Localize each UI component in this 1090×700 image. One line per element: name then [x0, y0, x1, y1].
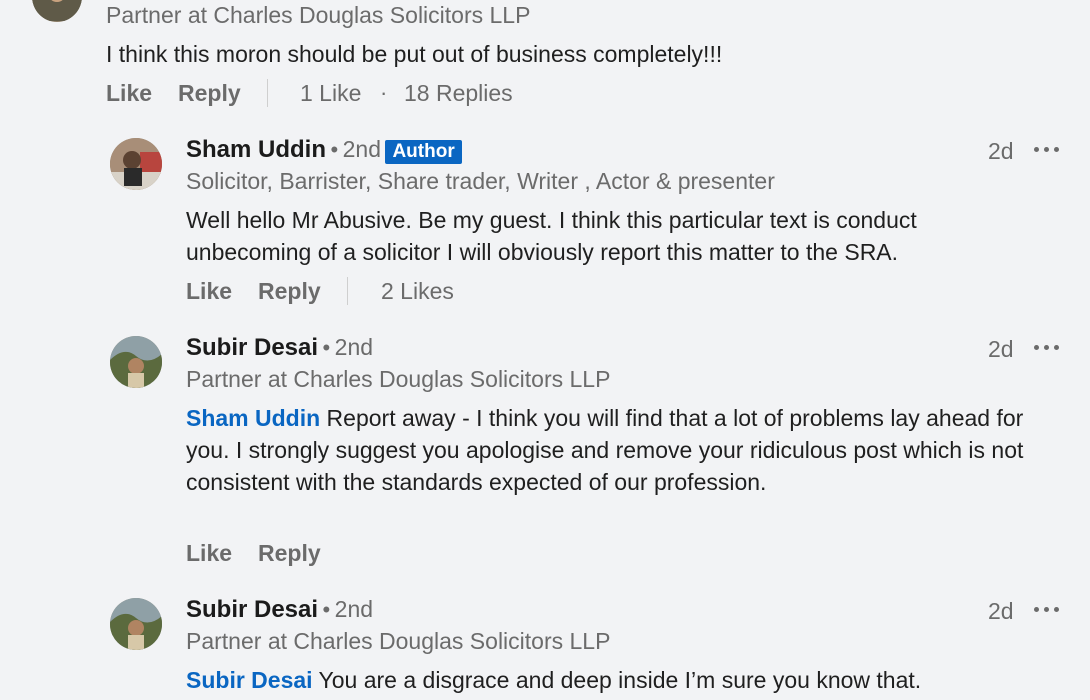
- timestamp: 2d: [988, 336, 1014, 362]
- comment-text: Sham Uddin Report away - I think you wil…: [186, 402, 1046, 498]
- comment-text: I think this moron should be put out of …: [106, 41, 723, 67]
- ellipsis-icon[interactable]: [1034, 604, 1060, 614]
- author-name[interactable]: Subir Desai: [186, 334, 318, 361]
- author-name[interactable]: Sham Uddin: [186, 136, 326, 163]
- commenter-headline: Solicitor, Barrister, Share trader, Writ…: [186, 168, 775, 194]
- action-divider: [267, 79, 268, 107]
- action-divider: [347, 277, 348, 305]
- commenter-headline: Partner at Charles Douglas Solicitors LL…: [186, 366, 611, 392]
- avatar-image: [110, 598, 162, 650]
- reply-header: Subir Desai • 2nd: [186, 334, 373, 362]
- like-button[interactable]: Like: [106, 80, 152, 107]
- avatar[interactable]: [110, 336, 162, 388]
- reply-button[interactable]: Reply: [258, 540, 321, 567]
- reply-header: Sham Uddin • 2nd Author: [186, 136, 462, 164]
- commenter-headline: Partner at Charles Douglas Solicitors LL…: [106, 2, 531, 28]
- timestamp: 2d: [988, 138, 1014, 164]
- author-name[interactable]: Subir Desai: [186, 596, 318, 623]
- reply-button[interactable]: Reply: [258, 278, 321, 305]
- comment-text: Well hello Mr Abusive. Be my guest. I th…: [186, 207, 917, 265]
- reply-header: Subir Desai • 2nd: [186, 596, 373, 624]
- mention-link[interactable]: Subir Desai: [186, 667, 313, 693]
- avatar-image: [32, 0, 82, 21]
- author-badge: Author: [385, 140, 462, 164]
- bullet-separator: •: [322, 335, 331, 360]
- comment-text: Subir Desai You are a disgrace and deep …: [186, 664, 1066, 696]
- middot-separator: ·: [380, 80, 388, 105]
- like-button[interactable]: Like: [186, 540, 232, 567]
- bullet-separator: •: [322, 597, 331, 622]
- commenter-headline: Partner at Charles Douglas Solicitors LL…: [186, 628, 611, 654]
- ellipsis-icon[interactable]: [1034, 342, 1060, 352]
- likes-count[interactable]: 2 Likes: [381, 278, 454, 305]
- avatar-image: [110, 336, 162, 388]
- likes-count[interactable]: 1 Like: [300, 80, 361, 107]
- ellipsis-icon[interactable]: [1034, 144, 1060, 154]
- timestamp: 2d: [988, 598, 1014, 624]
- like-button[interactable]: Like: [186, 278, 232, 305]
- avatar[interactable]: [110, 598, 162, 650]
- mention-link[interactable]: Sham Uddin: [186, 405, 320, 431]
- reply-button[interactable]: Reply: [178, 80, 241, 107]
- avatar[interactable]: [110, 138, 162, 190]
- connection-degree: 2nd: [334, 596, 374, 622]
- comment-body: You are a disgrace and deep inside I’m s…: [312, 667, 922, 693]
- replies-count[interactable]: 18 Replies: [404, 80, 513, 107]
- connection-degree: 2nd: [342, 136, 381, 162]
- connection-degree: 2nd: [334, 334, 374, 360]
- avatar-image: [110, 138, 162, 190]
- bullet-separator: •: [330, 137, 339, 162]
- avatar[interactable]: [32, 0, 82, 22]
